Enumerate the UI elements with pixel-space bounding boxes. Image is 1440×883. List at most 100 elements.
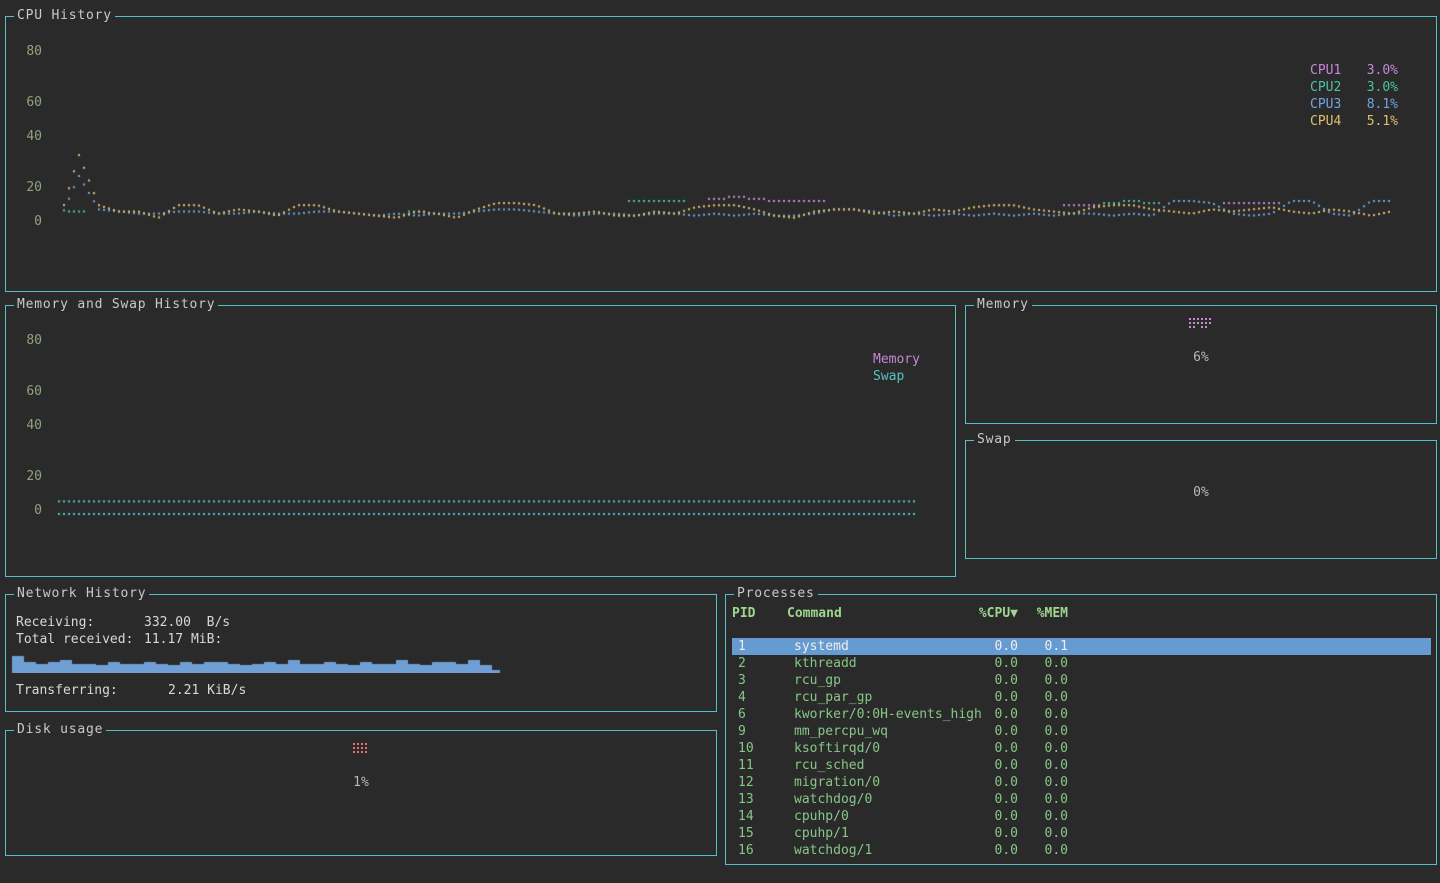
process-row[interactable]: 15 cpuhp/1 0.0 0.0 bbox=[732, 825, 1431, 842]
cpu-legend-value: 8.1% bbox=[1367, 96, 1398, 113]
process-mem: 0.0 bbox=[1028, 655, 1068, 672]
y-tick-label: 0 bbox=[20, 504, 42, 518]
memory-percent: 6% bbox=[966, 351, 1436, 365]
transferring-label: Transferring: bbox=[16, 684, 168, 698]
total-received-label: Total received: bbox=[16, 633, 144, 647]
y-tick-label: 80 bbox=[20, 334, 42, 348]
process-pid: 12 bbox=[738, 774, 754, 791]
process-pid: 4 bbox=[738, 689, 746, 706]
column-header-command[interactable]: Command bbox=[787, 605, 842, 622]
process-row[interactable]: 12migration/00.00.0 bbox=[732, 774, 1431, 791]
memory-panel: Memory 6% bbox=[965, 305, 1437, 424]
cpu-legend-entry: CPU23.0% bbox=[1310, 79, 1398, 96]
process-mem: 0.0 bbox=[1028, 808, 1068, 825]
process-mem: 0.0 bbox=[1028, 740, 1068, 757]
process-mem: 0.0 bbox=[1028, 689, 1068, 706]
mem-swap-legend-name: Swap bbox=[873, 368, 904, 385]
process-cpu: 0.0 bbox=[978, 791, 1018, 808]
network-transferring-line: Transferring: 2.21 KiB/s bbox=[16, 684, 246, 698]
network-sparkline-chart bbox=[8, 647, 714, 673]
process-cpu: 0.0 bbox=[978, 689, 1018, 706]
process-pid: 9 bbox=[738, 723, 746, 740]
mem-swap-history-chart bbox=[6, 306, 955, 576]
process-mem: 0.0 bbox=[1028, 825, 1068, 842]
process-command: mm_percpu_wq bbox=[794, 723, 888, 740]
process-cpu: 0.0 bbox=[978, 740, 1018, 757]
disk-usage-panel-title: Disk usage bbox=[14, 723, 106, 737]
process-command: systemd bbox=[794, 638, 849, 655]
process-cpu: 0.0 bbox=[978, 655, 1018, 672]
network-history-panel-title: Network History bbox=[14, 587, 149, 601]
process-pid: 11 bbox=[738, 757, 754, 774]
memory-gauge-icon bbox=[1189, 318, 1213, 330]
network-total-received-line: Total received: 11.17 MiB: bbox=[16, 633, 222, 647]
process-row[interactable]: 4 rcu_par_gp 0.0 0.0 bbox=[732, 689, 1431, 706]
process-table-header: PID Command %CPU▼ %MEM bbox=[726, 605, 1436, 622]
process-command: watchdog/0 bbox=[794, 791, 872, 808]
process-pid: 10 bbox=[738, 740, 754, 757]
process-row[interactable]: 16 watchdog/1 0.0 0.0 bbox=[732, 842, 1431, 859]
process-pid: 14 bbox=[738, 808, 754, 825]
process-row[interactable]: 9mm_percpu_wq0.00.0 bbox=[732, 723, 1431, 740]
cpu-legend-entry: CPU45.1% bbox=[1310, 113, 1398, 130]
column-header-mem[interactable]: %MEM bbox=[1028, 605, 1068, 622]
cpu-legend-name: CPU1 bbox=[1310, 62, 1341, 79]
gauge-dot bbox=[365, 751, 369, 755]
disk-usage-panel: Disk usage 1% bbox=[5, 730, 717, 856]
process-cpu: 0.0 bbox=[978, 672, 1018, 689]
process-command: cpuhp/0 bbox=[794, 808, 849, 825]
process-mem: 0.1 bbox=[1028, 638, 1068, 655]
process-command: kthreadd bbox=[794, 655, 857, 672]
process-row[interactable]: 10 ksoftirqd/0 0.0 0.0 bbox=[732, 740, 1431, 757]
process-row[interactable]: 11rcu_sched0.00.0 bbox=[732, 757, 1431, 774]
process-row[interactable]: 2 kthreadd 0.0 0.0 bbox=[732, 655, 1431, 672]
process-cpu: 0.0 bbox=[978, 638, 1018, 655]
y-tick-label: 20 bbox=[20, 181, 42, 195]
process-command: kworker/0:0H-events_high bbox=[794, 706, 982, 723]
cpu-legend-entry: CPU38.1% bbox=[1310, 96, 1398, 113]
process-pid: 2 bbox=[738, 655, 746, 672]
process-cpu: 0.0 bbox=[978, 774, 1018, 791]
cpu-legend-value: 5.1% bbox=[1367, 113, 1398, 130]
process-command: rcu_par_gp bbox=[794, 689, 872, 706]
system-monitor-screen: CPU History 020406080 CPU13.0%CPU23.0%CP… bbox=[0, 0, 1440, 883]
process-mem: 0.0 bbox=[1028, 842, 1068, 859]
process-row[interactable]: 1systemd0.00.1 bbox=[732, 638, 1431, 655]
process-row[interactable]: 3 rcu_gp 0.0 0.0 bbox=[732, 672, 1431, 689]
process-pid: 16 bbox=[738, 842, 754, 859]
process-row[interactable]: 13 watchdog/0 0.0 0.0 bbox=[732, 791, 1431, 808]
processes-panel-title: Processes bbox=[734, 587, 818, 601]
process-mem: 0.0 bbox=[1028, 706, 1068, 723]
process-cpu: 0.0 bbox=[978, 808, 1018, 825]
process-row[interactable]: 6kworker/0:0H-events_high0.00.0 bbox=[732, 706, 1431, 723]
process-cpu: 0.0 bbox=[978, 842, 1018, 859]
process-cpu: 0.0 bbox=[978, 723, 1018, 740]
y-tick-label: 40 bbox=[20, 130, 42, 144]
process-cpu: 0.0 bbox=[978, 825, 1018, 842]
process-cpu: 0.0 bbox=[978, 757, 1018, 774]
process-command: ksoftirqd/0 bbox=[794, 740, 880, 757]
column-header-pid[interactable]: PID bbox=[732, 605, 755, 622]
process-row[interactable]: 14 cpuhp/0 0.0 0.0 bbox=[732, 808, 1431, 825]
process-mem: 0.0 bbox=[1028, 774, 1068, 791]
process-command: cpuhp/1 bbox=[794, 825, 849, 842]
network-receiving-line: Receiving: 332.00 B/s bbox=[16, 616, 230, 630]
process-pid: 15 bbox=[738, 825, 754, 842]
process-pid: 3 bbox=[738, 672, 746, 689]
y-tick-label: 60 bbox=[20, 385, 42, 399]
process-mem: 0.0 bbox=[1028, 672, 1068, 689]
process-command: rcu_gp bbox=[794, 672, 841, 689]
mem-swap-legend-entry: Memory bbox=[873, 351, 961, 368]
transferring-value: 2.21 KiB/s bbox=[168, 684, 246, 698]
y-tick-label: 0 bbox=[20, 215, 42, 229]
cpu-history-chart bbox=[6, 17, 1436, 291]
process-mem: 0.0 bbox=[1028, 791, 1068, 808]
cpu-legend-value: 3.0% bbox=[1367, 62, 1398, 79]
column-header-cpu[interactable]: %CPU▼ bbox=[972, 605, 1018, 622]
process-pid: 13 bbox=[738, 791, 754, 808]
memory-panel-title: Memory bbox=[974, 298, 1032, 312]
process-command: watchdog/1 bbox=[794, 842, 872, 859]
y-tick-label: 20 bbox=[20, 470, 42, 484]
mem-swap-legend-name: Memory bbox=[873, 351, 920, 368]
network-history-panel: Network History Receiving: 332.00 B/s To… bbox=[5, 594, 717, 712]
